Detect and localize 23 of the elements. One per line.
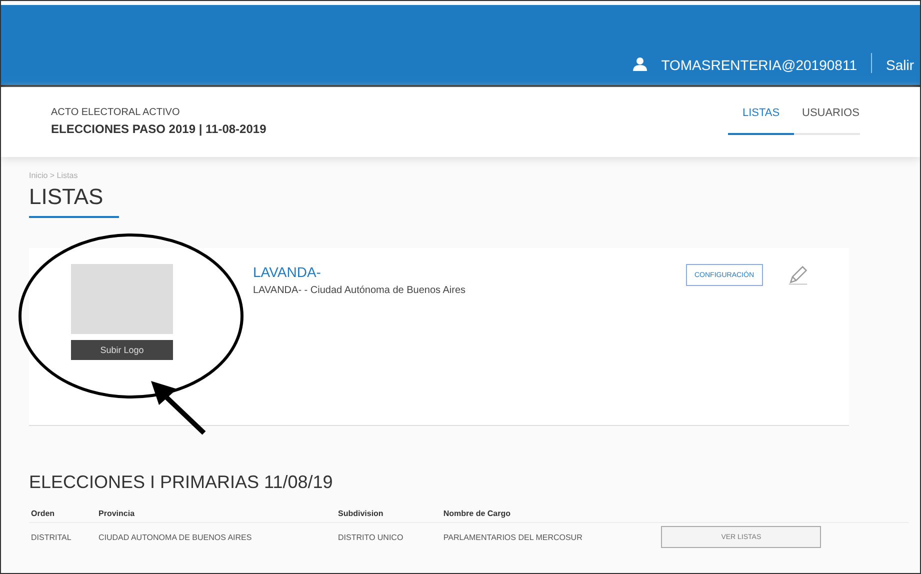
context-label: ACTO ELECTORAL ACTIVO <box>51 107 181 118</box>
breadcrumb: Inicio > Listas <box>29 171 79 180</box>
table-cell: PARLAMENTARIOS DEL MERCOSUR <box>441 522 660 551</box>
user-name[interactable]: TOMASRENTERIA@20190811 <box>661 57 857 73</box>
column-header: Provincia <box>96 505 336 522</box>
nav-tab[interactable]: USUARIOS <box>794 107 860 135</box>
page-title: LISTAS <box>29 184 119 218</box>
election-name: ELECCIONES PASO 2019 | 11-08-2019 <box>51 122 266 136</box>
table-cell: DISTRITO UNICO <box>336 522 442 551</box>
pencil-icon[interactable] <box>787 264 809 286</box>
column-header: Subdivision <box>336 505 442 522</box>
upload-logo-button[interactable]: Subir Logo <box>71 340 173 360</box>
list-detail: LAVANDA- - Ciudad Autónoma de Buenos Aires <box>253 285 467 296</box>
section-title: ELECCIONES I PRIMARIAS 11/08/19 <box>29 472 334 493</box>
user-icon <box>633 57 648 71</box>
table-cell: CIUDAD AUTONOMA DE BUENOS AIRES <box>96 522 336 551</box>
column-header: Nombre de Cargo <box>441 505 660 522</box>
table-cell: DISTRITAL <box>29 522 96 551</box>
pointer-arrow <box>151 381 206 435</box>
list-name[interactable]: LAVANDA- <box>253 264 686 280</box>
logout-link[interactable]: Salir <box>886 57 914 73</box>
nav-tab[interactable]: LISTAS <box>728 107 794 135</box>
column-header: Orden <box>29 505 96 522</box>
